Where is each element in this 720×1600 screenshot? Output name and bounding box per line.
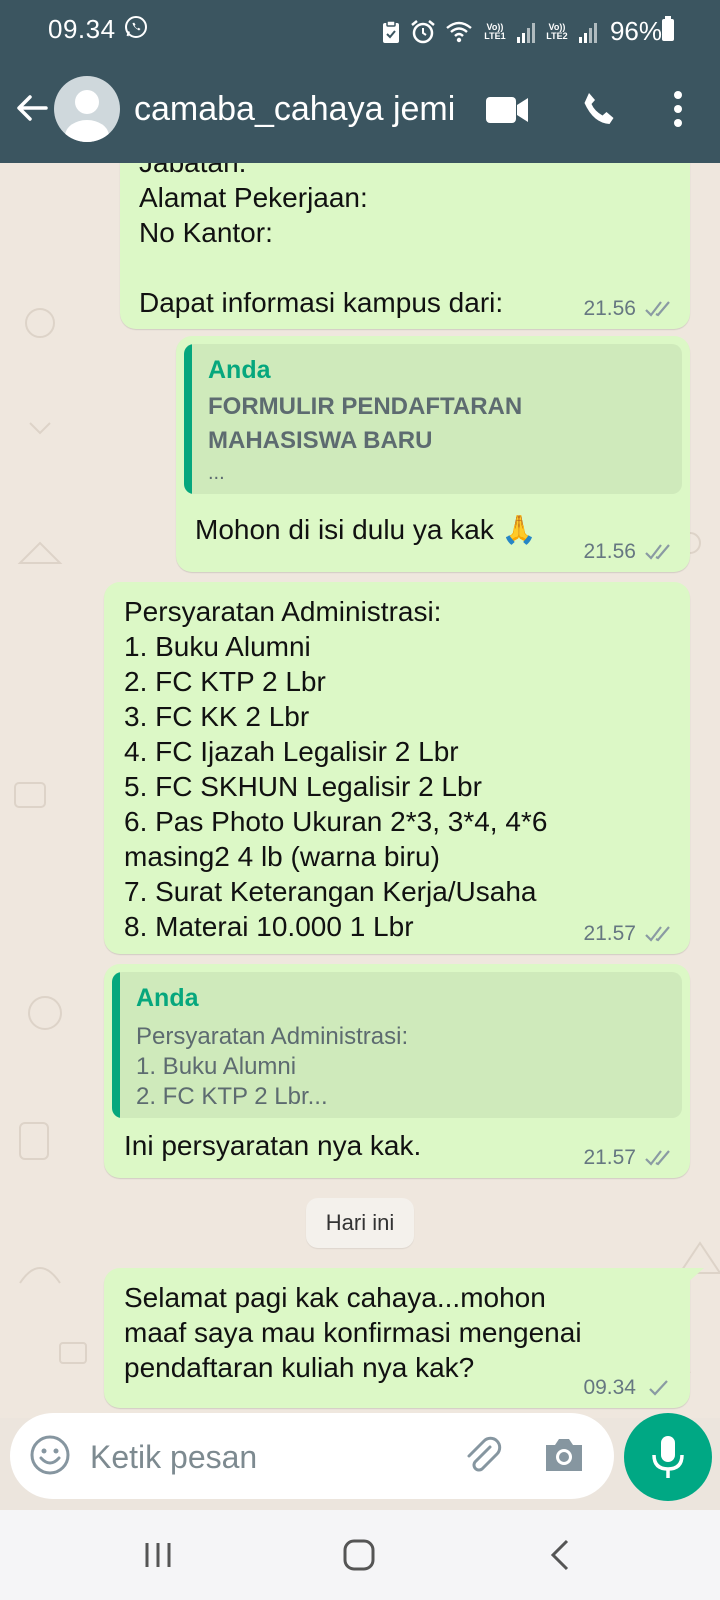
double-check-icon <box>645 301 670 317</box>
message-meta: 09.34 <box>583 1376 674 1400</box>
quote-accent-bar <box>112 972 120 1118</box>
single-check-icon <box>649 1380 668 1396</box>
quote-accent-bar <box>184 344 192 494</box>
signal1-icon <box>516 22 535 43</box>
message-text: Persyaratan Administrasi: 1. Buku Alumni… <box>124 596 548 942</box>
quote-text: Persyaratan Administrasi: 1. Buku Alumni… <box>136 1023 409 1110</box>
camera-icon[interactable] <box>542 1435 586 1475</box>
message-meta: 21.57 <box>583 922 674 946</box>
app-header: 09.34 Vo)) LTE1 Vo)) LTE2 96% camaba_cah… <box>0 0 720 163</box>
status-bar: 09.34 Vo)) LTE1 Vo)) LTE2 96% <box>0 0 720 58</box>
nav-back-icon[interactable] <box>548 1538 572 1572</box>
double-check-icon <box>645 926 670 942</box>
message-time: 21.57 <box>583 922 636 945</box>
clipboard-icon <box>382 19 399 43</box>
sim1-label: Vo)) LTE1 <box>484 21 506 41</box>
message-bubble-outgoing[interactable]: Anda FORMULIR PENDAFTARAN MAHASISWA BARU… <box>176 336 690 572</box>
avatar[interactable] <box>54 76 120 142</box>
whatsapp-icon <box>125 16 147 38</box>
message-bubble-outgoing[interactable]: Jabatan: Alamat Pekerjaan: No Kantor: Da… <box>120 163 690 329</box>
message-bubble-outgoing[interactable]: Selamat pagi kak cahaya...mohon maaf say… <box>104 1268 690 1408</box>
message-text: Jabatan: Alamat Pekerjaan: No Kantor: Da… <box>139 163 504 318</box>
double-check-icon <box>645 544 670 560</box>
quote-more: ... <box>208 462 225 484</box>
emoji-icon[interactable] <box>28 1433 72 1477</box>
double-check-icon <box>645 1150 670 1166</box>
message-meta: 21.56 <box>583 297 674 321</box>
message-bubble-outgoing[interactable]: Persyaratan Administrasi: 1. Buku Alumni… <box>104 582 690 954</box>
message-text: Ini persyaratan nya kak. <box>124 1130 422 1161</box>
message-text: Mohon di isi dulu ya kak 🙏 <box>195 514 537 545</box>
nav-home-icon[interactable] <box>342 1538 376 1572</box>
message-meta: 21.56 <box>583 540 674 564</box>
video-call-icon[interactable] <box>486 94 530 126</box>
message-text: Selamat pagi kak cahaya...mohon maaf say… <box>124 1282 582 1383</box>
status-time: 09.34 <box>48 14 116 44</box>
wifi-icon <box>446 21 472 42</box>
composer-bar <box>10 1413 614 1499</box>
back-arrow-icon[interactable] <box>14 90 50 126</box>
more-vert-icon[interactable] <box>664 88 692 130</box>
battery-icon <box>662 16 674 41</box>
quote-author: Anda <box>208 356 271 384</box>
day-divider: Hari ini <box>306 1198 414 1248</box>
contact-name[interactable]: camaba_cahaya jemi <box>134 90 455 129</box>
message-time: 21.57 <box>583 1146 636 1169</box>
mic-icon <box>652 1436 684 1478</box>
nav-recent-icon[interactable] <box>142 1540 174 1570</box>
message-time: 09.34 <box>583 1376 636 1399</box>
quoted-message[interactable]: Anda Persyaratan Administrasi: 1. Buku A… <box>112 972 682 1118</box>
status-icons: Vo)) LTE1 Vo)) LTE2 96% <box>381 16 662 47</box>
chat-header: camaba_cahaya jemi <box>0 70 720 150</box>
alarm-icon <box>411 19 435 43</box>
signal2-icon <box>578 22 597 43</box>
message-input[interactable] <box>90 1437 450 1477</box>
system-nav-bar <box>0 1510 720 1600</box>
phone-icon[interactable] <box>580 90 618 128</box>
quoted-message[interactable]: Anda FORMULIR PENDAFTARAN MAHASISWA BARU… <box>184 344 682 494</box>
message-meta: 21.57 <box>583 1146 674 1170</box>
sim2-label: Vo)) LTE2 <box>546 21 568 41</box>
message-time: 21.56 <box>583 540 636 563</box>
bubble-tail <box>686 1268 704 1284</box>
message-time: 21.56 <box>583 297 636 320</box>
quote-text: FORMULIR PENDAFTARAN MAHASISWA BARU <box>208 393 523 454</box>
quote-author: Anda <box>136 984 199 1012</box>
mic-button[interactable] <box>624 1413 712 1501</box>
battery-percent: 96% <box>609 16 662 46</box>
default-avatar-icon <box>65 90 109 142</box>
paperclip-icon[interactable] <box>460 1433 504 1477</box>
chat-area[interactable]: Jabatan: Alamat Pekerjaan: No Kantor: Da… <box>0 163 720 1418</box>
message-bubble-outgoing[interactable]: Anda Persyaratan Administrasi: 1. Buku A… <box>104 964 690 1178</box>
